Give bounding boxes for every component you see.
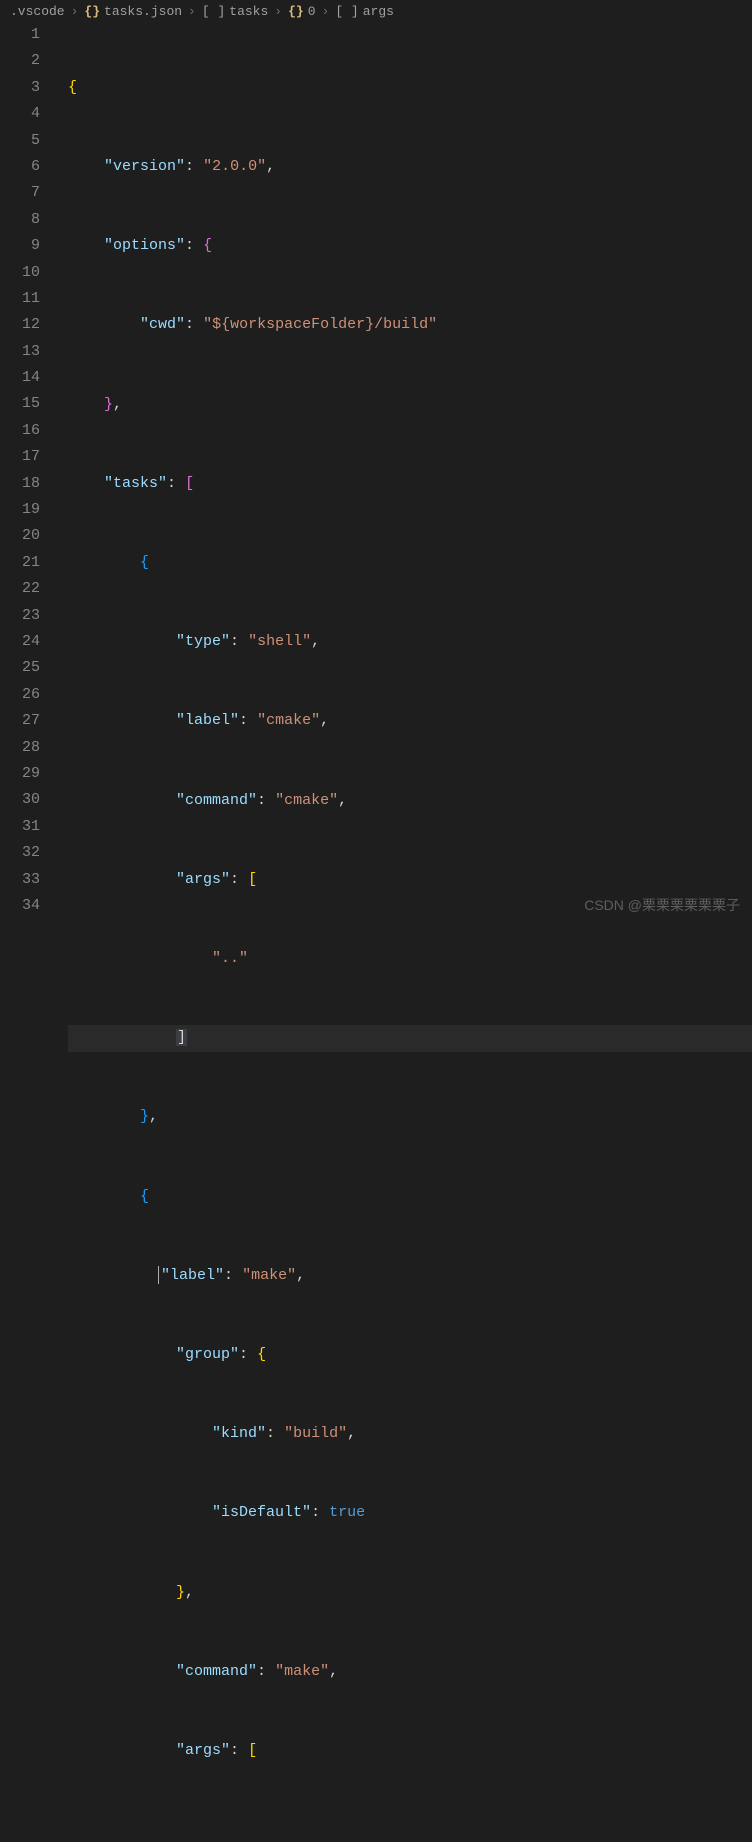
breadcrumb-folder[interactable]: .vscode [10, 4, 65, 19]
code-line: ".." [68, 946, 752, 972]
breadcrumb[interactable]: .vscode › {} tasks.json › [ ] tasks › {}… [0, 0, 752, 22]
line-number: 10 [12, 260, 40, 286]
line-number: 30 [12, 787, 40, 813]
code-line: "label": "make", [68, 1263, 752, 1289]
line-number: 3 [12, 75, 40, 101]
code-line: "tasks": [ [68, 471, 752, 497]
breadcrumb-file[interactable]: tasks.json [104, 4, 182, 19]
chevron-right-icon: › [322, 4, 330, 19]
watermark: CSDN @栗栗栗栗栗栗子 [584, 895, 740, 915]
code-line: "args": [ [68, 867, 752, 893]
line-number-gutter: 1234567891011121314151617181920212223242… [0, 22, 58, 921]
array-icon: [ ] [335, 4, 358, 19]
code-line-active: ] [68, 1025, 752, 1051]
array-icon: [ ] [202, 4, 225, 19]
code-content[interactable]: { "version": "2.0.0", "options": { "cwd"… [58, 22, 752, 921]
code-editor[interactable]: 1234567891011121314151617181920212223242… [0, 22, 752, 921]
line-number: 27 [12, 708, 40, 734]
line-number: 28 [12, 735, 40, 761]
code-line: "isDefault": true [68, 1500, 752, 1526]
breadcrumb-path[interactable]: 0 [308, 4, 316, 19]
text-cursor-icon [158, 1266, 159, 1284]
line-number: 20 [12, 523, 40, 549]
line-number: 6 [12, 154, 40, 180]
line-number: 14 [12, 365, 40, 391]
line-number: 25 [12, 655, 40, 681]
line-number: 32 [12, 840, 40, 866]
code-line: "type": "shell", [68, 629, 752, 655]
breadcrumb-path[interactable]: args [363, 4, 394, 19]
line-number: 11 [12, 286, 40, 312]
code-line: { [68, 550, 752, 576]
line-number: 1 [12, 22, 40, 48]
line-number: 15 [12, 391, 40, 417]
line-number: 22 [12, 576, 40, 602]
line-number: 2 [12, 48, 40, 74]
line-number: 23 [12, 603, 40, 629]
line-number: 19 [12, 497, 40, 523]
code-line: }, [68, 392, 752, 418]
code-line: "group": { [68, 1342, 752, 1368]
code-line: "options": { [68, 233, 752, 259]
chevron-right-icon: › [188, 4, 196, 19]
object-icon: {} [288, 4, 304, 19]
line-number: 8 [12, 207, 40, 233]
code-line: "label": "cmake", [68, 708, 752, 734]
code-line: }, [68, 1104, 752, 1130]
line-number: 34 [12, 893, 40, 919]
code-line: "command": "cmake", [68, 788, 752, 814]
chevron-right-icon: › [274, 4, 282, 19]
line-number: 9 [12, 233, 40, 259]
json-file-icon: {} [84, 4, 100, 19]
line-number: 4 [12, 101, 40, 127]
code-line: "command": "make", [68, 1659, 752, 1685]
line-number: 24 [12, 629, 40, 655]
cursor-position: ] [176, 1029, 187, 1046]
chevron-right-icon: › [71, 4, 79, 19]
line-number: 33 [12, 867, 40, 893]
code-line: { [68, 1184, 752, 1210]
code-line: "version": "2.0.0", [68, 154, 752, 180]
breadcrumb-path[interactable]: tasks [229, 4, 268, 19]
line-number: 31 [12, 814, 40, 840]
line-number: 17 [12, 444, 40, 470]
code-line: "args": [ [68, 1738, 752, 1764]
line-number: 7 [12, 180, 40, 206]
line-number: 16 [12, 418, 40, 444]
line-number: 29 [12, 761, 40, 787]
code-line: "cwd": "${workspaceFolder}/build" [68, 312, 752, 338]
line-number: 5 [12, 128, 40, 154]
code-line: "kind": "build", [68, 1421, 752, 1447]
line-number: 13 [12, 339, 40, 365]
code-line: }, [68, 1580, 752, 1606]
line-number: 18 [12, 471, 40, 497]
code-line [68, 1817, 752, 1842]
line-number: 12 [12, 312, 40, 338]
code-line: { [68, 75, 752, 101]
line-number: 26 [12, 682, 40, 708]
line-number: 21 [12, 550, 40, 576]
